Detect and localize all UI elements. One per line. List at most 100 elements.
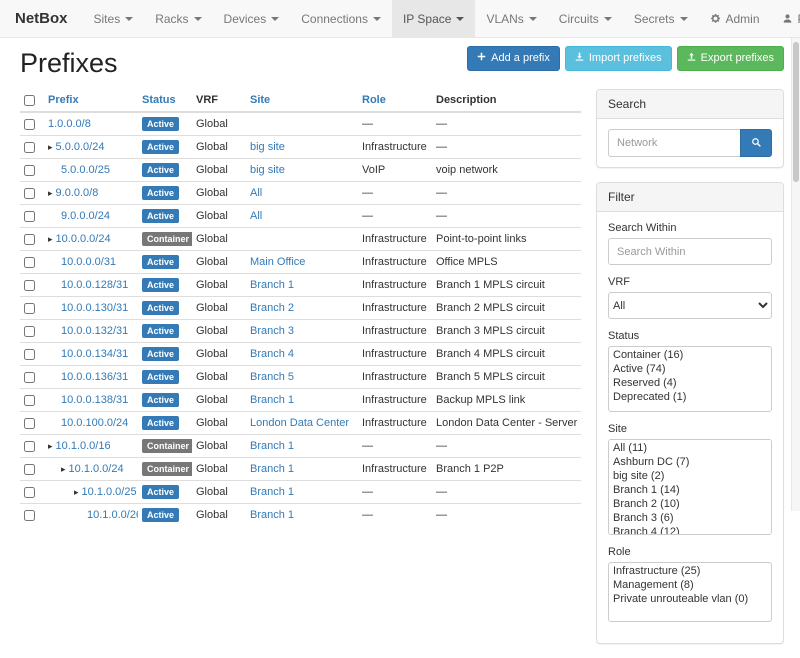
expand-caret-icon[interactable]: ▸ [48, 142, 53, 152]
prefix-link[interactable]: 10.0.0.128/31 [61, 279, 128, 291]
search-within-input[interactable] [608, 238, 772, 265]
nav-item-devices[interactable]: Devices [213, 0, 291, 37]
row-checkbox[interactable] [24, 142, 35, 153]
select-option[interactable]: Reserved (4) [610, 376, 770, 390]
role-select[interactable]: Infrastructure (25)Management (8)Private… [608, 562, 772, 622]
select-option[interactable]: Management (8) [610, 578, 770, 592]
site-link[interactable]: Branch 1 [250, 279, 294, 291]
row-checkbox[interactable] [24, 188, 35, 199]
select-option[interactable]: Active (74) [610, 362, 770, 376]
row-checkbox[interactable] [24, 464, 35, 475]
prefix-link[interactable]: 10.1.0.0/25 [82, 486, 137, 498]
site-cell: Branch 2 [246, 297, 358, 320]
site-link[interactable]: Main Office [250, 256, 305, 268]
search-button[interactable] [740, 129, 772, 157]
site-select[interactable]: All (11)Ashburn DC (7)big site (2)Branch… [608, 439, 772, 535]
row-checkbox[interactable] [24, 280, 35, 291]
expand-caret-icon[interactable]: ▸ [61, 464, 66, 474]
site-link[interactable]: All [250, 210, 262, 222]
row-checkbox[interactable] [24, 487, 35, 498]
row-checkbox[interactable] [24, 119, 35, 130]
row-checkbox[interactable] [24, 510, 35, 521]
select-option[interactable]: All (11) [610, 441, 770, 455]
row-checkbox[interactable] [24, 349, 35, 360]
select-option[interactable]: Branch 2 (10) [610, 497, 770, 511]
row-checkbox[interactable] [24, 326, 35, 337]
nav-item-ip-space[interactable]: IP Space [392, 0, 475, 37]
select-all-checkbox[interactable] [24, 95, 35, 106]
status-select[interactable]: Container (16)Active (74)Reserved (4)Dep… [608, 346, 772, 412]
row-checkbox[interactable] [24, 395, 35, 406]
site-link[interactable]: big site [250, 141, 285, 153]
site-link[interactable]: Branch 2 [250, 302, 294, 314]
site-link[interactable]: All [250, 187, 262, 199]
site-link[interactable]: Branch 1 [250, 463, 294, 475]
expand-caret-icon[interactable]: ▸ [48, 188, 53, 198]
prefix-link[interactable]: 5.0.0.0/24 [56, 141, 105, 153]
row-checkbox[interactable] [24, 211, 35, 222]
prefix-link[interactable]: 10.0.0.134/31 [61, 348, 128, 360]
row-checkbox[interactable] [24, 441, 35, 452]
column-header-status[interactable]: Status [138, 89, 192, 112]
select-option[interactable]: Branch 3 (6) [610, 511, 770, 525]
admin-link[interactable]: Admin [699, 0, 771, 37]
select-option[interactable]: big site (2) [610, 469, 770, 483]
import-prefixes-button[interactable]: Import prefixes [565, 46, 672, 71]
column-header-site[interactable]: Site [246, 89, 358, 112]
prefix-link[interactable]: 10.0.0.130/31 [61, 302, 128, 314]
site-link[interactable]: Branch 3 [250, 325, 294, 337]
scrollbar-thumb[interactable] [793, 42, 799, 182]
column-header-prefix[interactable]: Prefix [44, 89, 138, 112]
nav-item-circuits[interactable]: Circuits [548, 0, 623, 37]
vrf-cell: Global [192, 412, 246, 435]
prefix-link[interactable]: 9.0.0.0/8 [56, 187, 99, 199]
select-option[interactable]: Infrastructure (25) [610, 564, 770, 578]
add-prefix-button[interactable]: Add a prefix [467, 46, 560, 71]
brand-logo[interactable]: NetBox [0, 0, 83, 37]
prefix-link[interactable]: 1.0.0.0/8 [48, 118, 91, 130]
site-link[interactable]: big site [250, 164, 285, 176]
row-checkbox[interactable] [24, 234, 35, 245]
prefix-link[interactable]: 10.0.100.0/24 [61, 417, 128, 429]
nav-item-connections[interactable]: Connections [290, 0, 392, 37]
select-option[interactable]: Branch 4 (12) [610, 525, 770, 535]
site-link[interactable]: London Data Center [250, 417, 349, 429]
export-prefixes-button[interactable]: Export prefixes [677, 46, 784, 71]
select-option[interactable]: Ashburn DC (7) [610, 455, 770, 469]
prefix-link[interactable]: 10.1.0.0/24 [69, 463, 124, 475]
row-checkbox[interactable] [24, 303, 35, 314]
nav-item-racks[interactable]: Racks [144, 0, 212, 37]
prefix-link[interactable]: 10.0.0.136/31 [61, 371, 128, 383]
prefix-link[interactable]: 10.1.0.0/16 [56, 440, 111, 452]
nav-item-secrets[interactable]: Secrets [623, 0, 699, 37]
row-checkbox[interactable] [24, 372, 35, 383]
site-link[interactable]: Branch 1 [250, 486, 294, 498]
site-link[interactable]: Branch 4 [250, 348, 294, 360]
select-option[interactable]: Private unrouteable vlan (0) [610, 592, 770, 606]
site-link[interactable]: Branch 1 [250, 394, 294, 406]
prefix-link[interactable]: 9.0.0.0/24 [61, 210, 110, 222]
profile-link[interactable]: Profile [771, 0, 800, 37]
site-link[interactable]: Branch 5 [250, 371, 294, 383]
row-checkbox[interactable] [24, 165, 35, 176]
row-checkbox[interactable] [24, 418, 35, 429]
prefix-link[interactable]: 10.0.0.0/24 [56, 233, 111, 245]
prefix-link[interactable]: 5.0.0.0/25 [61, 164, 110, 176]
site-link[interactable]: Branch 1 [250, 440, 294, 452]
vrf-select[interactable]: All [608, 292, 772, 319]
window-scrollbar[interactable] [791, 38, 800, 511]
prefix-link[interactable]: 10.0.0.138/31 [61, 394, 128, 406]
select-option[interactable]: Deprecated (1) [610, 390, 770, 404]
nav-item-vlans[interactable]: VLANs [475, 0, 547, 37]
column-header-role[interactable]: Role [358, 89, 432, 112]
expand-caret-icon[interactable]: ▸ [48, 234, 53, 244]
select-option[interactable]: Branch 1 (14) [610, 483, 770, 497]
select-option[interactable]: Container (16) [610, 348, 770, 362]
row-checkbox[interactable] [24, 257, 35, 268]
search-input[interactable] [608, 129, 740, 157]
prefix-link[interactable]: 10.0.0.0/31 [61, 256, 116, 268]
nav-item-sites[interactable]: Sites [83, 0, 145, 37]
prefix-link[interactable]: 10.0.0.132/31 [61, 325, 128, 337]
expand-caret-icon[interactable]: ▸ [74, 487, 79, 497]
expand-caret-icon[interactable]: ▸ [48, 441, 53, 451]
